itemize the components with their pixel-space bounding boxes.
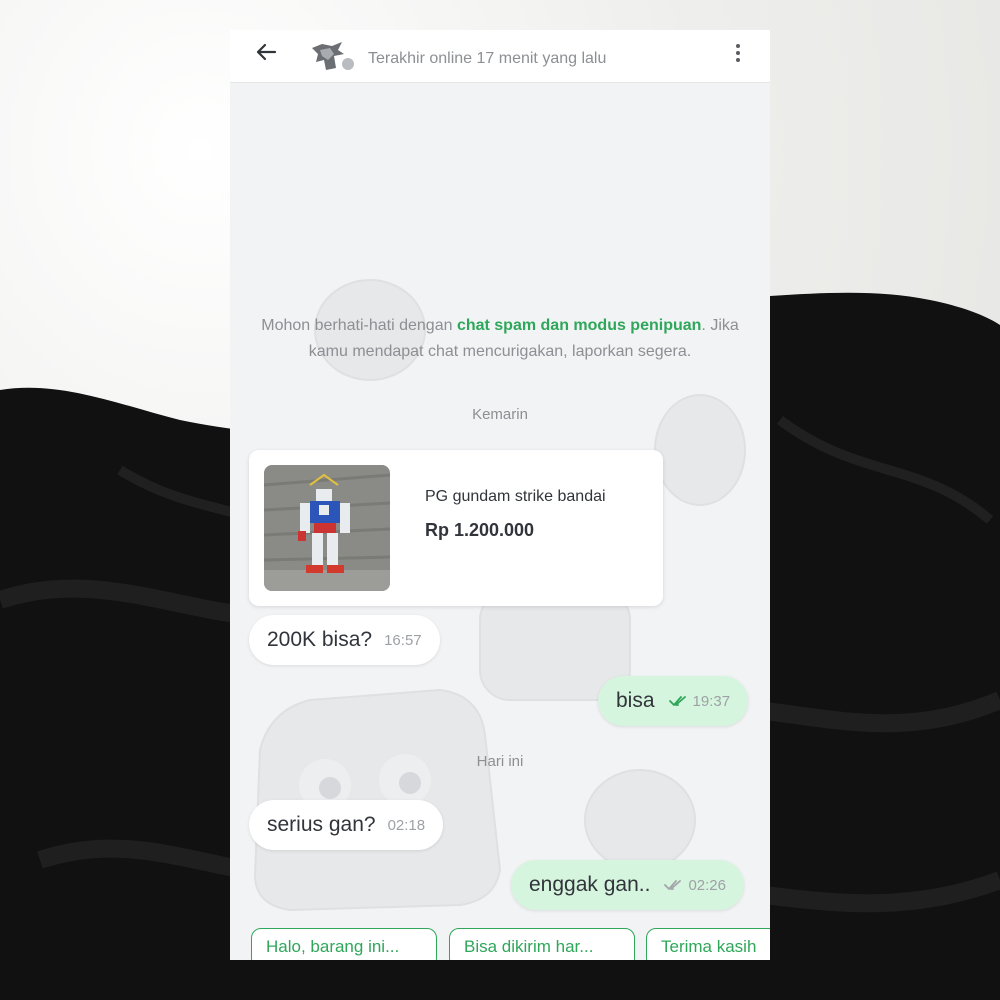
message-text: enggak gan..	[529, 873, 651, 896]
more-options-button[interactable]	[728, 38, 748, 68]
quick-reply-chip[interactable]: Halo, barang ini...	[251, 928, 437, 960]
safety-warning: Mohon berhati-hati dengan chat spam dan …	[261, 317, 739, 360]
quick-reply-chip[interactable]: Bisa dikirim har...	[449, 928, 635, 960]
date-separator-today: Hari ini	[476, 753, 524, 770]
message-bubble-incoming[interactable]: serius gan? 02:18	[249, 800, 444, 850]
double-check-icon	[668, 695, 687, 707]
chat-screen: Terakhir online 17 menit yang lalu Mohon…	[230, 30, 770, 960]
message-text: bisa	[616, 689, 655, 712]
quick-reply-chip[interactable]: Terima kasih	[646, 928, 770, 960]
product-card[interactable]: PG gundam strike bandai Rp 1.200.000	[249, 450, 663, 606]
double-check-icon	[664, 879, 682, 891]
message-bubble-incoming[interactable]: 200K bisa? 16:57	[249, 615, 440, 665]
product-name: PG gundam strike bandai	[425, 488, 606, 505]
online-status-dot	[340, 56, 356, 72]
last-online-status: Terakhir online 17 menit yang lalu	[368, 50, 607, 67]
message-bubble-outgoing[interactable]: enggak gan.. 02:26	[511, 860, 744, 910]
arrow-left-icon	[256, 43, 277, 61]
message-text: serius gan?	[267, 813, 376, 836]
warning-highlight[interactable]: chat spam dan modus penipuan	[457, 317, 701, 334]
chat-header: Terakhir online 17 menit yang lalu	[230, 30, 770, 83]
message-time: 02:26	[688, 876, 726, 894]
message-time: 19:37	[692, 692, 731, 710]
date-separator-yesterday: Kemarin	[472, 406, 528, 423]
product-price: Rp 1.200.000	[425, 520, 535, 540]
message-bubble-outgoing[interactable]: bisa 19:37	[598, 676, 749, 726]
product-image	[264, 465, 390, 591]
back-button[interactable]	[250, 36, 282, 68]
message-time: 16:57	[384, 631, 422, 649]
kebab-menu-icon	[736, 44, 740, 48]
message-text: 200K bisa?	[267, 628, 373, 651]
message-time: 02:18	[387, 816, 426, 834]
